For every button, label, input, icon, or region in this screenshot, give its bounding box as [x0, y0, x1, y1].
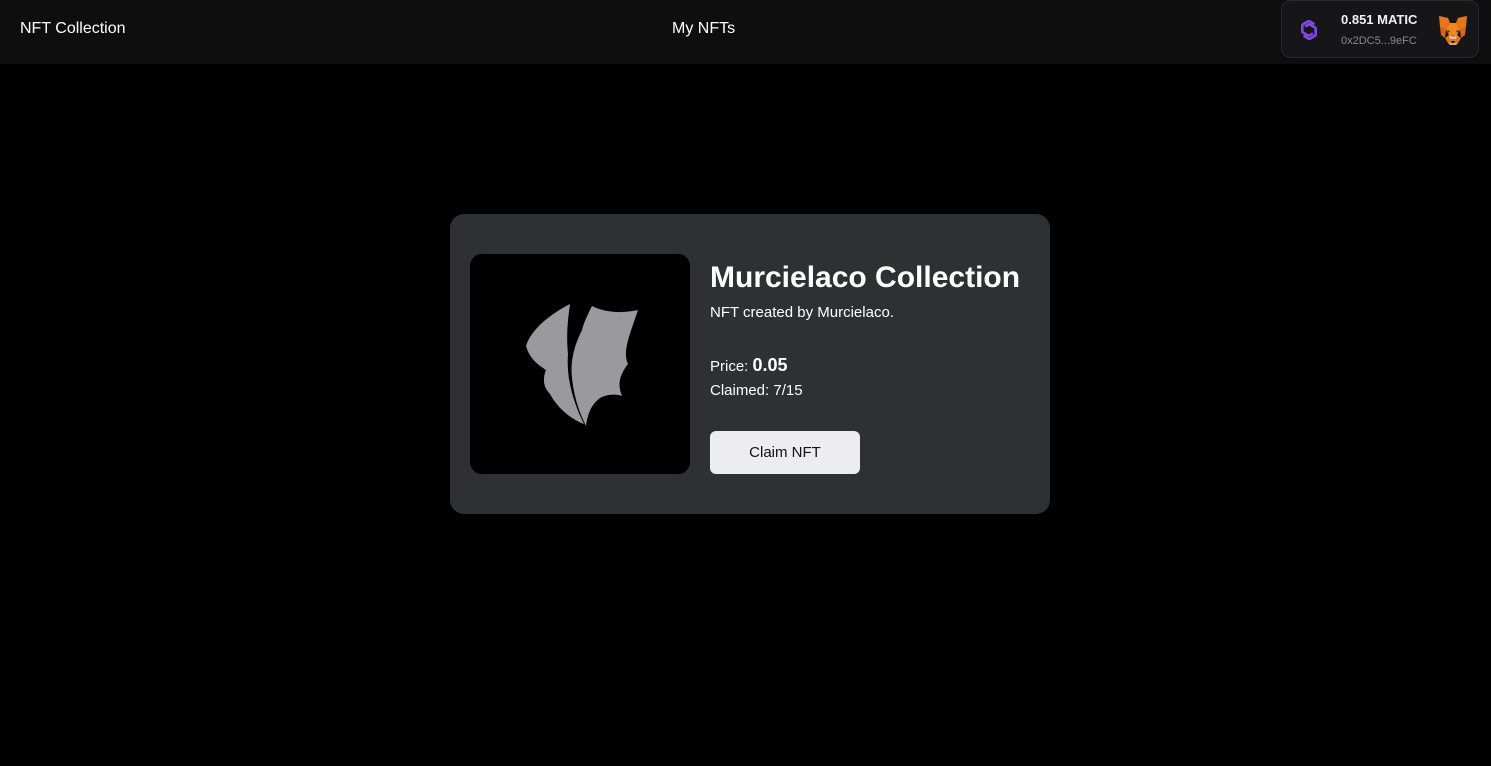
- my-nfts-link[interactable]: My NFTs: [672, 19, 735, 39]
- bat-wing-logo: [526, 304, 638, 426]
- claimed-value: 7/15: [773, 382, 803, 399]
- top-navbar: NFT Collection My NFTs 0.851 MATIC 0x2DC…: [0, 0, 1491, 64]
- nft-drop-card: Murcielaco Collection NFT created by Mur…: [450, 214, 1050, 514]
- metamask-fox-icon: [1439, 16, 1467, 45]
- nft-image: [470, 254, 690, 474]
- polygon-icon: [1301, 19, 1317, 41]
- price-row: Price: 0.05: [710, 354, 788, 378]
- price-label: Price:: [710, 358, 749, 375]
- wallet-address: 0x2DC5...9eFC: [1341, 35, 1417, 47]
- claimed-label: Claimed:: [710, 382, 770, 399]
- brand-link[interactable]: NFT Collection: [20, 19, 126, 39]
- price-value: 0.05: [752, 355, 788, 375]
- collection-description: NFT created by Murcielaco.: [710, 304, 894, 321]
- wallet-balance: 0.851 MATIC: [1341, 12, 1418, 27]
- collection-title: Murcielaco Collection: [710, 261, 1021, 294]
- claim-nft-button[interactable]: Claim NFT: [710, 431, 860, 474]
- claimed-row: Claimed: 7/15: [710, 381, 803, 401]
- wallet-connect-button[interactable]: 0.851 MATIC 0x2DC5...9eFC: [1281, 0, 1479, 58]
